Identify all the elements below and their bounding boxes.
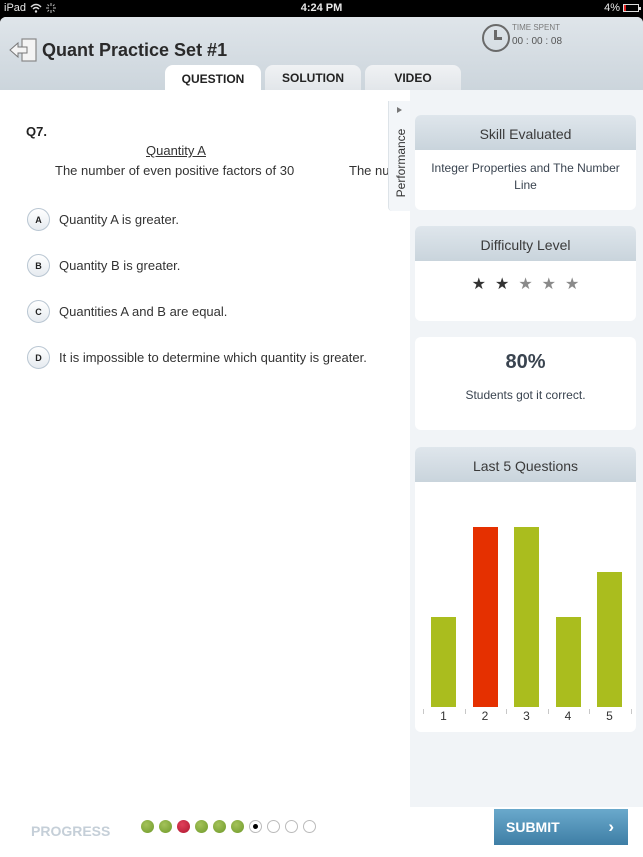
option-letter[interactable]: B bbox=[27, 254, 50, 277]
submit-label: SUBMIT bbox=[506, 819, 560, 835]
chart-x-label: 2 bbox=[481, 709, 489, 723]
chart-x-tick bbox=[464, 709, 466, 714]
quantity-a-text: The number of even positive factors of 3… bbox=[55, 163, 295, 178]
option-letter[interactable]: A bbox=[27, 208, 50, 231]
question-area: Q7. Quantity A The number of even positi… bbox=[0, 90, 410, 800]
header: Quant Practice Set #1 TIME SPENT 00 : 00… bbox=[0, 17, 643, 90]
expand-arrow-icon bbox=[397, 107, 402, 113]
submit-button[interactable]: SUBMIT › bbox=[494, 809, 628, 845]
page-title: Quant Practice Set #1 bbox=[42, 40, 228, 60]
option-letter[interactable]: D bbox=[27, 346, 50, 369]
chart-bar bbox=[431, 617, 456, 707]
battery-icon bbox=[623, 4, 641, 12]
chart-bar bbox=[555, 617, 581, 707]
chart-x-label: 3 bbox=[523, 709, 530, 723]
skill-card: Skill Evaluated Integer Properties and T… bbox=[415, 115, 636, 210]
footer-bar: PROGRESS SUBMIT › bbox=[0, 807, 643, 857]
tab-solution[interactable]: SOLUTION bbox=[265, 65, 361, 90]
option-letter[interactable]: C bbox=[27, 300, 50, 323]
star-empty-icon: ★ bbox=[541, 276, 557, 293]
last-five-card: Last 5 Questions 1 2 3 4 5 bbox=[415, 447, 636, 732]
tab-question[interactable]: QUESTION bbox=[165, 65, 261, 90]
star-empty-icon: ★ bbox=[565, 276, 580, 293]
last-five-chart: 1 2 3 4 5 bbox=[415, 482, 636, 731]
tab-video[interactable]: VIDEO bbox=[365, 65, 461, 90]
progress-dot-empty[interactable] bbox=[285, 820, 298, 833]
star-filled-icon: ★ bbox=[471, 276, 486, 293]
clock-time: 4:24 PM bbox=[300, 2, 343, 14]
star-empty-icon: ★ bbox=[518, 276, 533, 293]
chart-x-tick bbox=[630, 709, 632, 714]
battery-percent: 4% bbox=[604, 2, 620, 14]
quantity-b-text: The nu bbox=[349, 163, 390, 178]
progress-dot-correct[interactable] bbox=[231, 820, 244, 833]
chart-bar bbox=[597, 572, 622, 707]
difficulty-heading: Difficulty Level bbox=[415, 226, 636, 261]
percent-correct-label: Students got it correct. bbox=[465, 388, 586, 402]
progress-dots bbox=[141, 820, 316, 833]
chart-x-label: 4 bbox=[564, 709, 572, 723]
progress-dot-correct[interactable] bbox=[195, 820, 208, 833]
progress-dot-wrong[interactable] bbox=[177, 820, 190, 833]
chart-x-tick bbox=[547, 709, 549, 714]
chart-x-tick bbox=[423, 709, 424, 714]
progress-dot-correct[interactable] bbox=[159, 820, 172, 833]
percent-correct-value: 80% bbox=[505, 351, 546, 373]
tab-bar: QUESTION SOLUTION VIDEO bbox=[165, 65, 461, 90]
progress-dot-correct[interactable] bbox=[141, 820, 154, 833]
progress-dot-correct[interactable] bbox=[213, 820, 226, 833]
question-number: Q7. bbox=[26, 124, 47, 139]
chart-x-tick bbox=[589, 709, 590, 714]
time-spent-label: TIME SPENT bbox=[512, 23, 561, 32]
clock-icon bbox=[482, 24, 510, 52]
chart-x-label: 1 bbox=[440, 709, 447, 723]
progress-dot-empty[interactable] bbox=[303, 820, 316, 833]
performance-tab-label: Performance bbox=[394, 128, 408, 198]
option-text[interactable]: Quantities A and B are equal. bbox=[59, 304, 227, 319]
option-b[interactable]: B Quantity B is greater. bbox=[27, 254, 180, 277]
option-text[interactable]: Quantity B is greater. bbox=[59, 258, 180, 273]
status-bar: iPad 4:24 PM 4% bbox=[0, 0, 643, 17]
chart-x-label: 5 bbox=[606, 709, 613, 723]
difficulty-stars: ★ ★ ★ ★ ★ bbox=[415, 277, 636, 293]
chart-bar bbox=[472, 527, 498, 707]
performance-toggle-tab[interactable]: Performance bbox=[388, 101, 410, 211]
option-a[interactable]: A Quantity A is greater. bbox=[27, 208, 179, 231]
progress-dot-empty[interactable] bbox=[267, 820, 280, 833]
skill-value: Integer Properties and The Number Line bbox=[431, 161, 620, 192]
chart-x-tick bbox=[506, 709, 507, 714]
back-exit-icon[interactable] bbox=[9, 38, 39, 62]
option-text[interactable]: Quantity A is greater. bbox=[59, 212, 179, 227]
chart-bar bbox=[514, 527, 539, 707]
progress-label: PROGRESS bbox=[31, 823, 111, 839]
app-window: Quant Practice Set #1 TIME SPENT 00 : 00… bbox=[0, 17, 643, 857]
performance-panel: Skill Evaluated Integer Properties and T… bbox=[410, 90, 643, 807]
progress-dot-current[interactable] bbox=[249, 820, 262, 833]
star-filled-icon: ★ bbox=[494, 276, 510, 293]
skill-heading: Skill Evaluated bbox=[415, 115, 636, 150]
quantity-a-heading: Quantity A bbox=[146, 143, 206, 158]
last-five-heading: Last 5 Questions bbox=[415, 447, 636, 482]
difficulty-card: Difficulty Level ★ ★ ★ ★ ★ bbox=[415, 226, 636, 321]
option-c[interactable]: C Quantities A and B are equal. bbox=[27, 300, 227, 323]
option-d[interactable]: D It is impossible to determine which qu… bbox=[27, 346, 367, 369]
option-text[interactable]: It is impossible to determine which quan… bbox=[59, 350, 367, 365]
time-spent-value: 00 : 00 : 08 bbox=[512, 36, 563, 47]
percent-correct-card: 80% Students got it correct. bbox=[415, 337, 636, 430]
chevron-right-icon: › bbox=[608, 817, 614, 836]
